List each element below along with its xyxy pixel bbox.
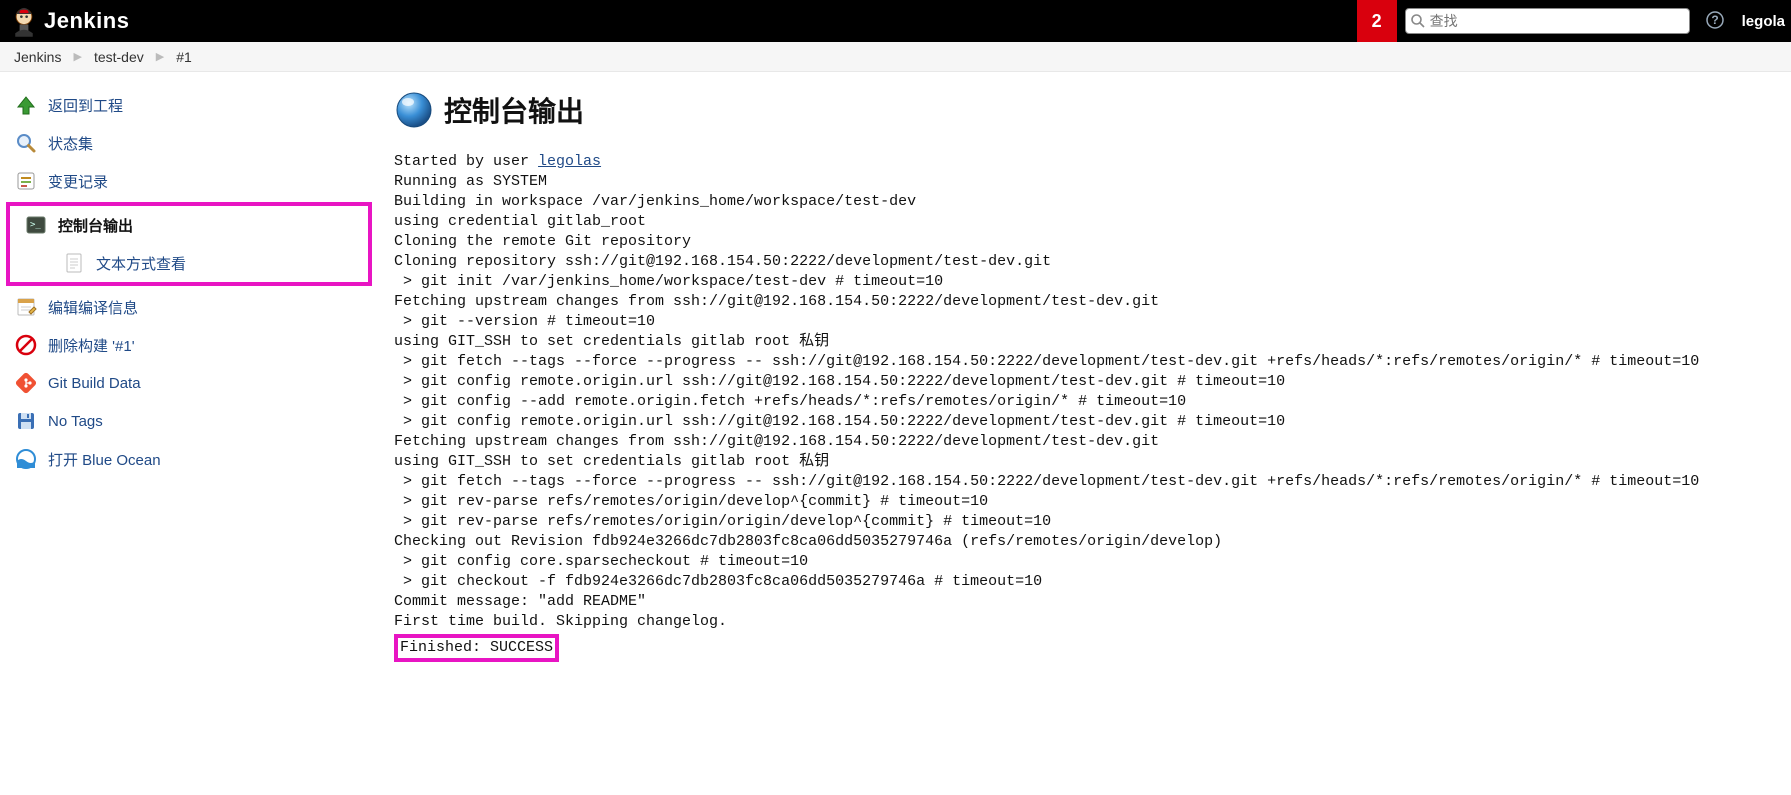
breadcrumb: Jenkins ▶ test-dev ▶ #1 (0, 42, 1791, 72)
search-box[interactable] (1405, 8, 1690, 34)
sidebar-label: 返回到工程 (48, 95, 123, 116)
sidebar-back[interactable]: 返回到工程 (0, 86, 380, 124)
sidebar-console[interactable]: >_ 控制台输出 (10, 206, 368, 244)
sidebar: 返回到工程 状态集 变更记录 >_ 控制台输出 (0, 72, 380, 702)
sidebar-label: 控制台输出 (58, 215, 133, 236)
sidebar-edit-build[interactable]: 编辑编译信息 (0, 288, 380, 326)
chevron-right-icon: ▶ (156, 50, 164, 63)
sidebar-label: 状态集 (48, 133, 93, 154)
finished-line: Finished: SUCCESS (394, 634, 559, 662)
document-icon (62, 251, 86, 275)
user-link[interactable]: legolas (538, 153, 601, 170)
header: Jenkins 2 ? legola (0, 0, 1791, 42)
delete-icon (14, 333, 38, 357)
sidebar-label: 打开 Blue Ocean (48, 449, 161, 470)
svg-text:>_: >_ (30, 220, 41, 230)
page-heading: 控制台输出 (394, 90, 1791, 130)
sidebar-label: 变更记录 (48, 171, 108, 192)
breadcrumb-item[interactable]: Jenkins (14, 49, 61, 65)
sidebar-git-data[interactable]: Git Build Data (0, 364, 380, 402)
save-icon (14, 409, 38, 433)
sidebar-label: Git Build Data (48, 375, 141, 392)
chevron-right-icon: ▶ (73, 50, 81, 63)
sidebar-changes[interactable]: 变更记录 (0, 162, 380, 200)
page-title: 控制台输出 (444, 90, 584, 130)
sidebar-console-plain[interactable]: 文本方式查看 (10, 244, 368, 282)
search-input[interactable] (1405, 8, 1690, 34)
console-line: Started by user (394, 153, 538, 170)
notepad-icon (14, 295, 38, 319)
sidebar-label: No Tags (48, 413, 103, 430)
search-icon (1410, 13, 1426, 32)
notifications-badge[interactable]: 2 (1357, 0, 1397, 42)
sidebar-label: 编辑编译信息 (48, 297, 138, 318)
git-icon (14, 371, 38, 395)
svg-text:?: ? (1711, 13, 1718, 27)
main: 控制台输出 Started by user legolas Running as… (380, 72, 1791, 702)
header-title: Jenkins (44, 8, 129, 34)
console-body: Running as SYSTEM Building in workspace … (394, 173, 1699, 630)
console-output: Started by user legolas Running as SYSTE… (394, 152, 1791, 662)
blue-ocean-icon (14, 447, 38, 471)
up-arrow-icon (14, 93, 38, 117)
changes-icon (14, 169, 38, 193)
sidebar-delete-build[interactable]: 删除构建 '#1' (0, 326, 380, 364)
sidebar-no-tags[interactable]: No Tags (0, 402, 380, 440)
status-ball-icon (394, 90, 434, 130)
page: 返回到工程 状态集 变更记录 >_ 控制台输出 (0, 72, 1791, 702)
sidebar-label: 删除构建 '#1' (48, 335, 135, 356)
terminal-icon: >_ (24, 213, 48, 237)
highlight-box: >_ 控制台输出 文本方式查看 (6, 202, 372, 286)
sidebar-label: 文本方式查看 (96, 253, 186, 274)
breadcrumb-item[interactable]: test-dev (94, 49, 144, 65)
user-link[interactable]: legola (1732, 13, 1791, 30)
sidebar-status[interactable]: 状态集 (0, 124, 380, 162)
magnifier-icon (14, 131, 38, 155)
help-icon[interactable]: ? (1706, 11, 1724, 32)
sidebar-blue-ocean[interactable]: 打开 Blue Ocean (0, 440, 380, 478)
header-logo[interactable]: Jenkins (0, 8, 141, 34)
breadcrumb-item[interactable]: #1 (176, 49, 192, 65)
jenkins-icon (12, 9, 36, 33)
